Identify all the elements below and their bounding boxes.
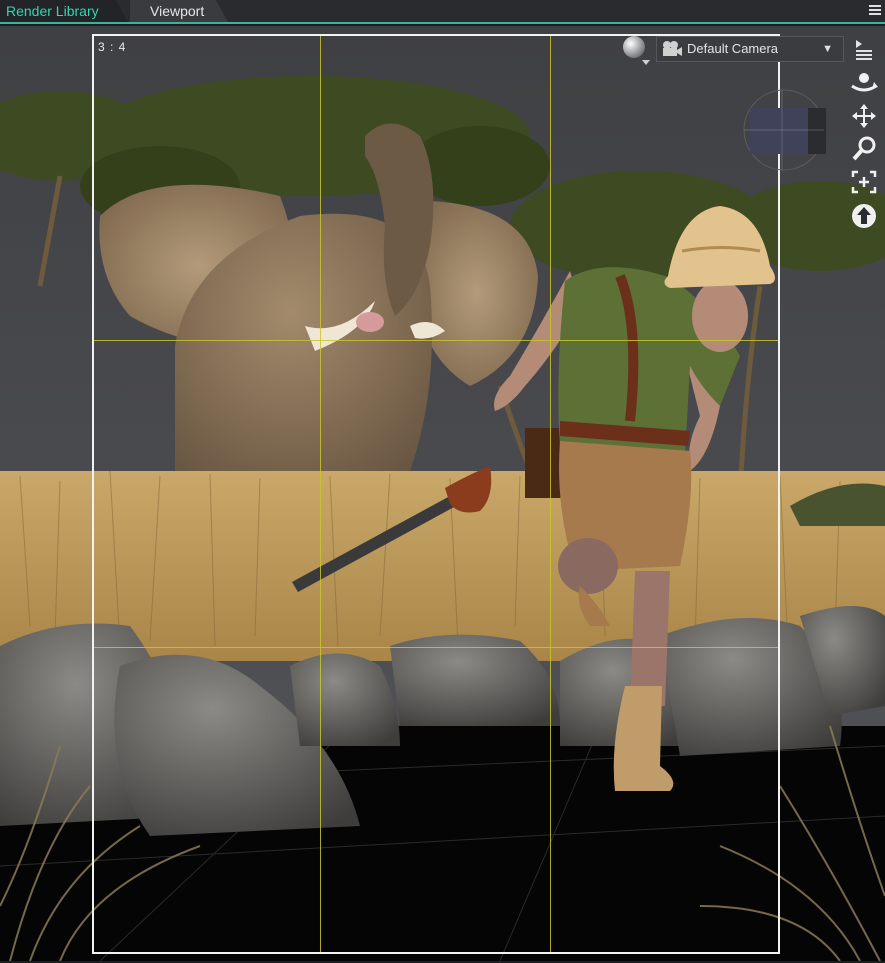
camera-icon bbox=[663, 41, 682, 56]
chevron-down-icon: ▼ bbox=[822, 43, 833, 55]
camera-dropdown-value: Default Camera bbox=[687, 41, 779, 56]
tab-render-library-label: Render Library bbox=[6, 3, 99, 19]
tab-viewport[interactable]: Viewport bbox=[130, 0, 228, 22]
tab-render-library[interactable]: Render Library bbox=[0, 0, 128, 22]
frame-selection-icon[interactable] bbox=[848, 168, 880, 196]
sphere-icon[interactable] bbox=[620, 34, 652, 66]
magnifier-icon[interactable] bbox=[848, 134, 880, 162]
grid-line-vertical-2 bbox=[550, 36, 551, 952]
tab-viewport-label: Viewport bbox=[150, 3, 205, 19]
aspect-ratio-label: 3 : 4 bbox=[98, 40, 127, 54]
panel-tab-bar: Render Library Viewport bbox=[0, 0, 885, 24]
grid-line-horizontal-2 bbox=[94, 647, 778, 648]
navigation-cube[interactable] bbox=[742, 86, 832, 176]
menu-lines-icon[interactable] bbox=[867, 2, 883, 18]
grid-line-horizontal-1 bbox=[94, 340, 778, 341]
viewport-canvas[interactable]: 3 : 4 Default Camera ▼ bbox=[0, 26, 885, 961]
move-arrows-icon[interactable] bbox=[848, 102, 880, 130]
menu-lines-icon[interactable] bbox=[848, 36, 880, 64]
camera-dropdown[interactable]: Default Camera ▼ bbox=[656, 36, 844, 62]
up-arrow-icon[interactable] bbox=[848, 202, 880, 230]
grid-line-vertical-1 bbox=[320, 36, 321, 952]
orbit-icon[interactable] bbox=[848, 68, 880, 96]
